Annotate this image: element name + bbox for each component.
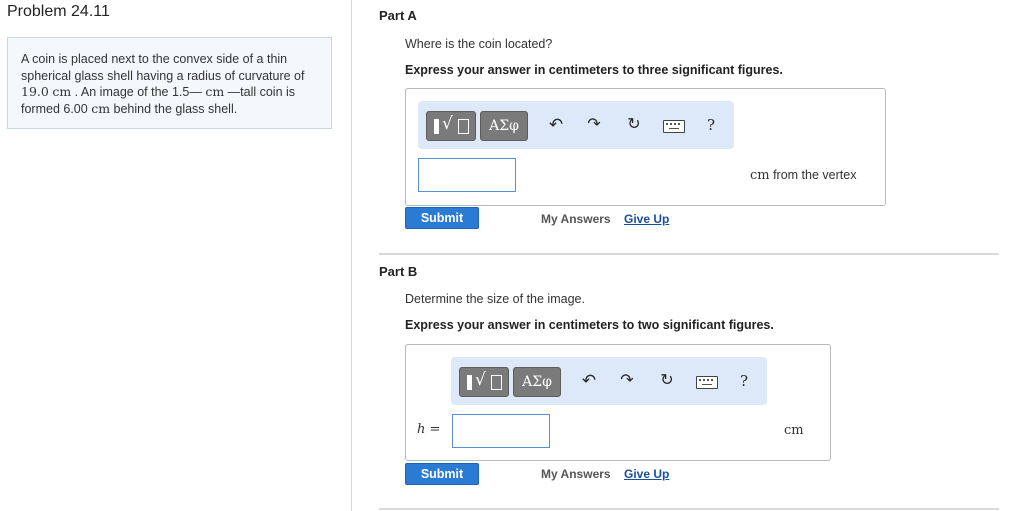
part-b-give-up-link[interactable]: Give Up xyxy=(624,467,669,481)
part-a-give-up-link[interactable]: Give Up xyxy=(624,212,669,226)
part-a-question: Where is the coin located? xyxy=(405,37,553,51)
undo-icon[interactable]: ↶ xyxy=(578,369,600,393)
part-a-instruction: Express your answer in centimeters to th… xyxy=(405,63,783,77)
reset-icon[interactable]: ↻ xyxy=(656,369,678,393)
undo-icon[interactable]: ↶ xyxy=(545,113,567,137)
part-a-units: cm from the vertex xyxy=(750,168,856,183)
templates-icon[interactable]: √ xyxy=(426,111,476,141)
part-b-equals: = xyxy=(425,422,441,437)
radius-value: 19.0 xyxy=(21,84,49,99)
part-a-submit-button[interactable]: Submit xyxy=(405,207,479,229)
greek-letters-icon[interactable]: ΑΣφ xyxy=(513,367,561,397)
part-b-submit-button[interactable]: Submit xyxy=(405,463,479,485)
help-icon[interactable]: ? xyxy=(700,113,722,137)
part-divider-bottom xyxy=(379,508,999,510)
part-b-unit: cm xyxy=(784,423,804,438)
part-a-my-answers-link[interactable]: My Answers xyxy=(541,212,611,226)
help-icon[interactable]: ? xyxy=(733,369,755,393)
part-b-units: cm xyxy=(784,423,804,438)
part-b-answer-input[interactable] xyxy=(452,414,550,448)
keyboard-icon[interactable] xyxy=(663,120,685,133)
problem-statement: A coin is placed next to the convex side… xyxy=(7,37,332,129)
part-a-unit: cm xyxy=(750,168,770,183)
statement-text-1: A coin is placed next to the convex side… xyxy=(21,52,305,83)
problem-pane: Problem 24.11 A coin is placed next to t… xyxy=(0,0,352,511)
part-b-my-answers-link[interactable]: My Answers xyxy=(541,467,611,481)
redo-icon[interactable]: ↷ xyxy=(616,369,638,393)
height-unit: cm xyxy=(205,84,225,99)
statement-text-4: behind the glass shell. xyxy=(110,101,238,116)
greek-letters-icon[interactable]: ΑΣφ xyxy=(480,111,528,141)
templates-icon[interactable]: √ xyxy=(459,367,509,397)
problem-title: Problem 24.11 xyxy=(7,3,110,20)
redo-icon[interactable]: ↷ xyxy=(583,113,605,137)
part-a-unit-text: from the vertex xyxy=(769,168,857,182)
part-b-instruction: Express your answer in centimeters to tw… xyxy=(405,318,774,332)
radius-unit: cm xyxy=(52,84,72,99)
part-b-variable-label: h = xyxy=(417,422,440,437)
part-a-title: Part A xyxy=(379,8,417,23)
part-a-answer-input[interactable] xyxy=(418,158,516,192)
distance-unit: cm xyxy=(91,100,111,116)
statement-text-2: . An image of the 1.5 xyxy=(71,85,190,99)
part-a-answer-box: √ ΑΣφ ↶ ↷ ↻ ? cm from the vertex xyxy=(405,88,886,206)
part-a-toolbar: √ ΑΣφ ↶ ↷ ↻ ? xyxy=(418,101,734,149)
keyboard-icon[interactable] xyxy=(696,376,718,389)
part-divider xyxy=(379,253,999,255)
part-b-answer-box: √ ΑΣφ ↶ ↷ ↻ ? h = cm xyxy=(405,344,831,461)
part-b-question: Determine the size of the image. xyxy=(405,292,585,306)
part-b-toolbar: √ ΑΣφ ↶ ↷ ↻ ? xyxy=(451,357,767,405)
reset-icon[interactable]: ↻ xyxy=(623,113,645,137)
part-b-title: Part B xyxy=(379,264,418,279)
